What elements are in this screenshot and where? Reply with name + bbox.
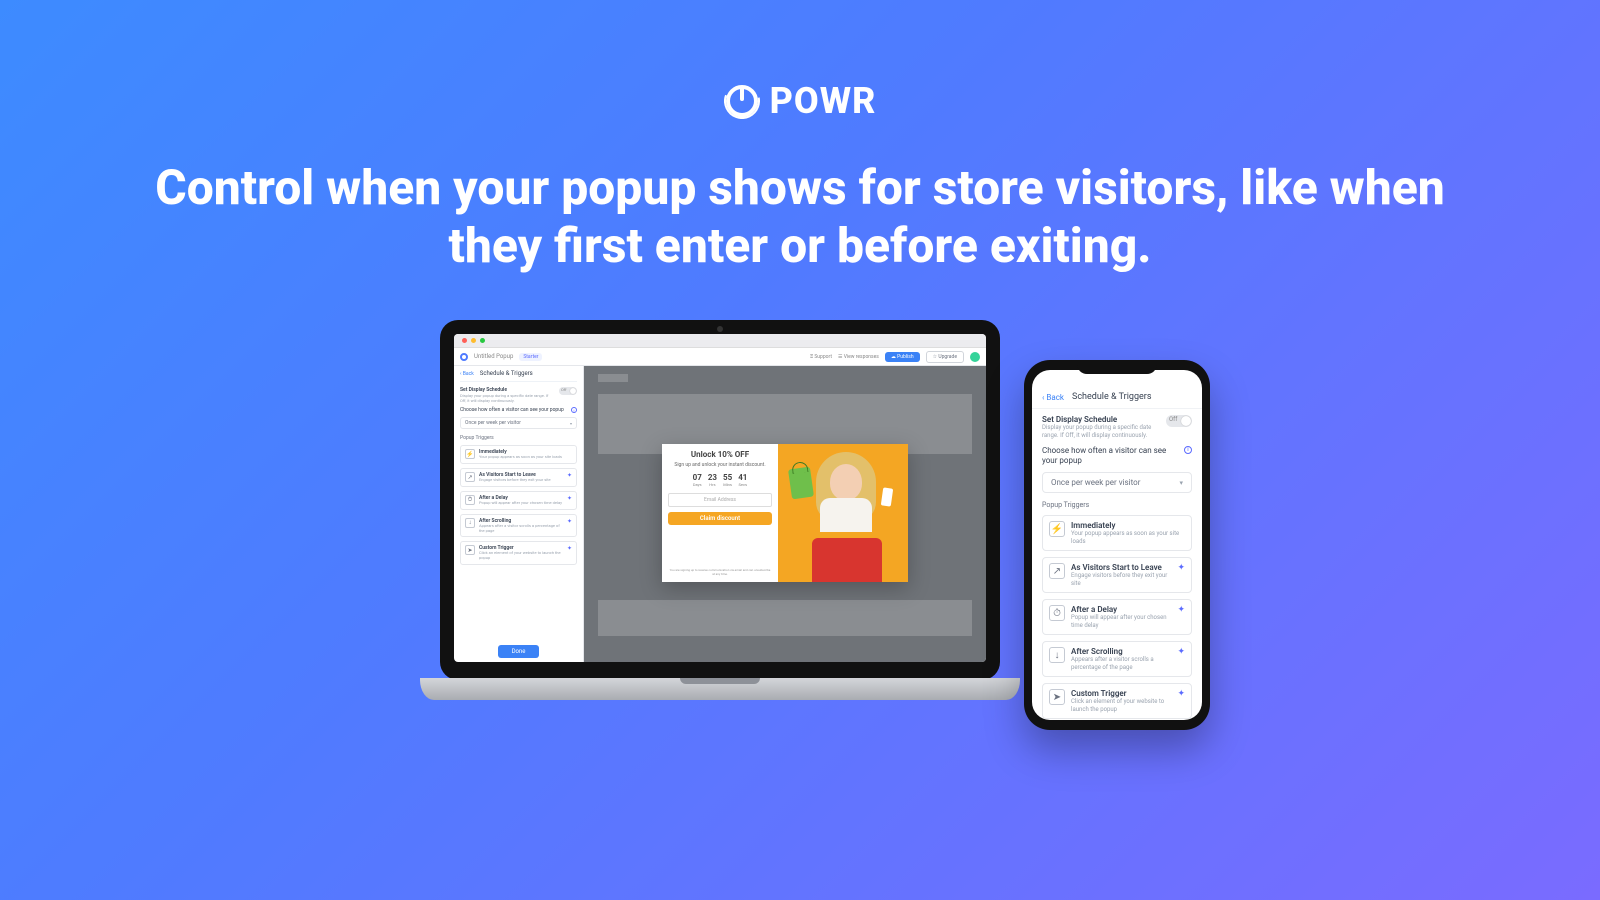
popup-title: Unlock 10% OFF xyxy=(668,450,772,459)
placeholder-block xyxy=(598,374,628,382)
trigger-scroll[interactable]: ↓ After ScrollingAppears after a visitor… xyxy=(460,514,577,538)
frequency-select-mobile[interactable]: Once per week per visitor▾ xyxy=(1042,472,1192,493)
brand-name: POWR xyxy=(770,80,877,122)
triggers-header-mobile: Popup Triggers xyxy=(1042,501,1192,509)
close-dot[interactable] xyxy=(462,338,467,343)
phone-notch xyxy=(1077,360,1157,374)
plan-badge: Starter xyxy=(519,353,542,361)
schedule-toggle-mobile[interactable]: Off xyxy=(1166,415,1192,427)
popup-image xyxy=(778,444,908,582)
popup-subtitle: Sign up and unlock your instant discount… xyxy=(668,462,772,468)
trigger-delay-mobile[interactable]: ⏱ After a DelayPopup will appear after y… xyxy=(1042,599,1192,635)
premium-star-icon: ✦ xyxy=(567,495,572,502)
popup-preview: ✕ Unlock 10% OFF Sign up and unlock your… xyxy=(662,444,908,582)
phone-mockup: ‹ Back Schedule & Triggers Set Display S… xyxy=(1024,360,1210,730)
preview-canvas: ✕ Unlock 10% OFF Sign up and unlock your… xyxy=(584,366,986,662)
app-logo-icon[interactable] xyxy=(460,353,468,361)
schedule-desc: Display your popup during a specific dat… xyxy=(460,393,555,403)
trigger-exit-intent-mobile[interactable]: ↗ As Visitors Start to LeaveEngage visit… xyxy=(1042,557,1192,593)
info-icon[interactable]: i xyxy=(571,407,577,413)
info-icon[interactable]: i xyxy=(1184,446,1192,454)
cursor-icon: ➤ xyxy=(1049,689,1065,705)
cursor-icon: ➤ xyxy=(465,545,475,555)
bolt-icon: ⚡ xyxy=(1049,521,1065,537)
frequency-label: Choose how often a visitor can see your … xyxy=(460,407,567,413)
premium-star-icon: ✦ xyxy=(1177,689,1185,699)
back-button-mobile[interactable]: ‹ Back xyxy=(1042,393,1064,402)
premium-star-icon: ✦ xyxy=(1177,647,1185,657)
countdown: 07Days 23Hrs 55Mins 41Secs xyxy=(668,473,772,487)
trigger-custom[interactable]: ➤ Custom TriggerClick an element of your… xyxy=(460,541,577,565)
doc-title[interactable]: Untitled Popup xyxy=(474,353,513,360)
exit-arrow-icon: ↗ xyxy=(465,472,475,482)
trigger-immediately[interactable]: ⚡ ImmediatelyYour popup appears as soon … xyxy=(460,445,577,464)
triggers-header: Popup Triggers xyxy=(460,435,577,441)
laptop-camera xyxy=(717,326,723,332)
view-responses-link[interactable]: ☰ View responses xyxy=(838,354,879,360)
frequency-select[interactable]: Once per week per visitor▾ xyxy=(460,417,577,429)
trigger-delay[interactable]: ⏱ After a DelayPopup will appear after y… xyxy=(460,491,577,510)
schedule-desc-mobile: Display your popup during a specific dat… xyxy=(1042,424,1160,440)
laptop-base xyxy=(420,678,1020,700)
premium-star-icon: ✦ xyxy=(567,472,572,479)
publish-button[interactable]: ☁ Publish xyxy=(885,352,920,362)
avatar[interactable] xyxy=(970,352,980,362)
premium-star-icon: ✦ xyxy=(1177,605,1185,615)
scroll-down-icon: ↓ xyxy=(465,518,475,528)
frequency-label-mobile: Choose how often a visitor can see your … xyxy=(1042,446,1178,467)
back-button[interactable]: ‹ Back xyxy=(460,371,474,377)
headline: Control when your popup shows for store … xyxy=(150,159,1450,274)
email-input[interactable]: Email Address xyxy=(668,493,772,507)
claim-discount-button[interactable]: Claim discount xyxy=(668,512,772,525)
device-mockups: Untitled Popup Starter ⍰ Support ☰ View … xyxy=(420,320,1180,880)
window-controls xyxy=(454,334,986,348)
done-button[interactable]: Done xyxy=(498,645,540,658)
chevron-down-icon: ▾ xyxy=(1179,479,1183,487)
settings-panel: ‹ Back Schedule & Triggers Set Display S… xyxy=(454,366,584,662)
laptop-mockup: Untitled Popup Starter ⍰ Support ☰ View … xyxy=(420,320,1020,720)
panel-title: Schedule & Triggers xyxy=(480,370,533,377)
trigger-custom-mobile[interactable]: ➤ Custom TriggerClick an element of your… xyxy=(1042,683,1192,719)
chevron-down-icon: ▾ xyxy=(570,421,572,426)
premium-star-icon: ✦ xyxy=(567,518,572,525)
trigger-exit-intent[interactable]: ↗ As Visitors Start to LeaveEngage visit… xyxy=(460,468,577,487)
bolt-icon: ⚡ xyxy=(465,449,475,459)
app-topbar: Untitled Popup Starter ⍰ Support ☰ View … xyxy=(454,348,986,366)
zoom-dot[interactable] xyxy=(480,338,485,343)
timer-icon: ⏱ xyxy=(465,495,475,505)
timer-icon: ⏱ xyxy=(1049,605,1065,621)
upgrade-button[interactable]: ☆ Upgrade xyxy=(926,351,964,363)
schedule-label-mobile: Set Display Schedule xyxy=(1042,415,1160,424)
powr-logo-icon xyxy=(724,83,760,119)
schedule-toggle[interactable]: Off xyxy=(559,387,577,395)
scroll-down-icon: ↓ xyxy=(1049,647,1065,663)
panel-title-mobile: Schedule & Triggers xyxy=(1072,392,1152,402)
trigger-scroll-mobile[interactable]: ↓ After ScrollingAppears after a visitor… xyxy=(1042,641,1192,677)
minimize-dot[interactable] xyxy=(471,338,476,343)
brand: POWR xyxy=(724,80,877,122)
popup-footnote: You are signing up to receive communicat… xyxy=(668,568,772,576)
support-link[interactable]: ⍰ Support xyxy=(810,354,832,360)
placeholder-block xyxy=(598,600,972,636)
premium-star-icon: ✦ xyxy=(567,545,572,552)
premium-star-icon: ✦ xyxy=(1177,563,1185,573)
trigger-immediately-mobile[interactable]: ⚡ ImmediatelyYour popup appears as soon … xyxy=(1042,515,1192,551)
exit-arrow-icon: ↗ xyxy=(1049,563,1065,579)
